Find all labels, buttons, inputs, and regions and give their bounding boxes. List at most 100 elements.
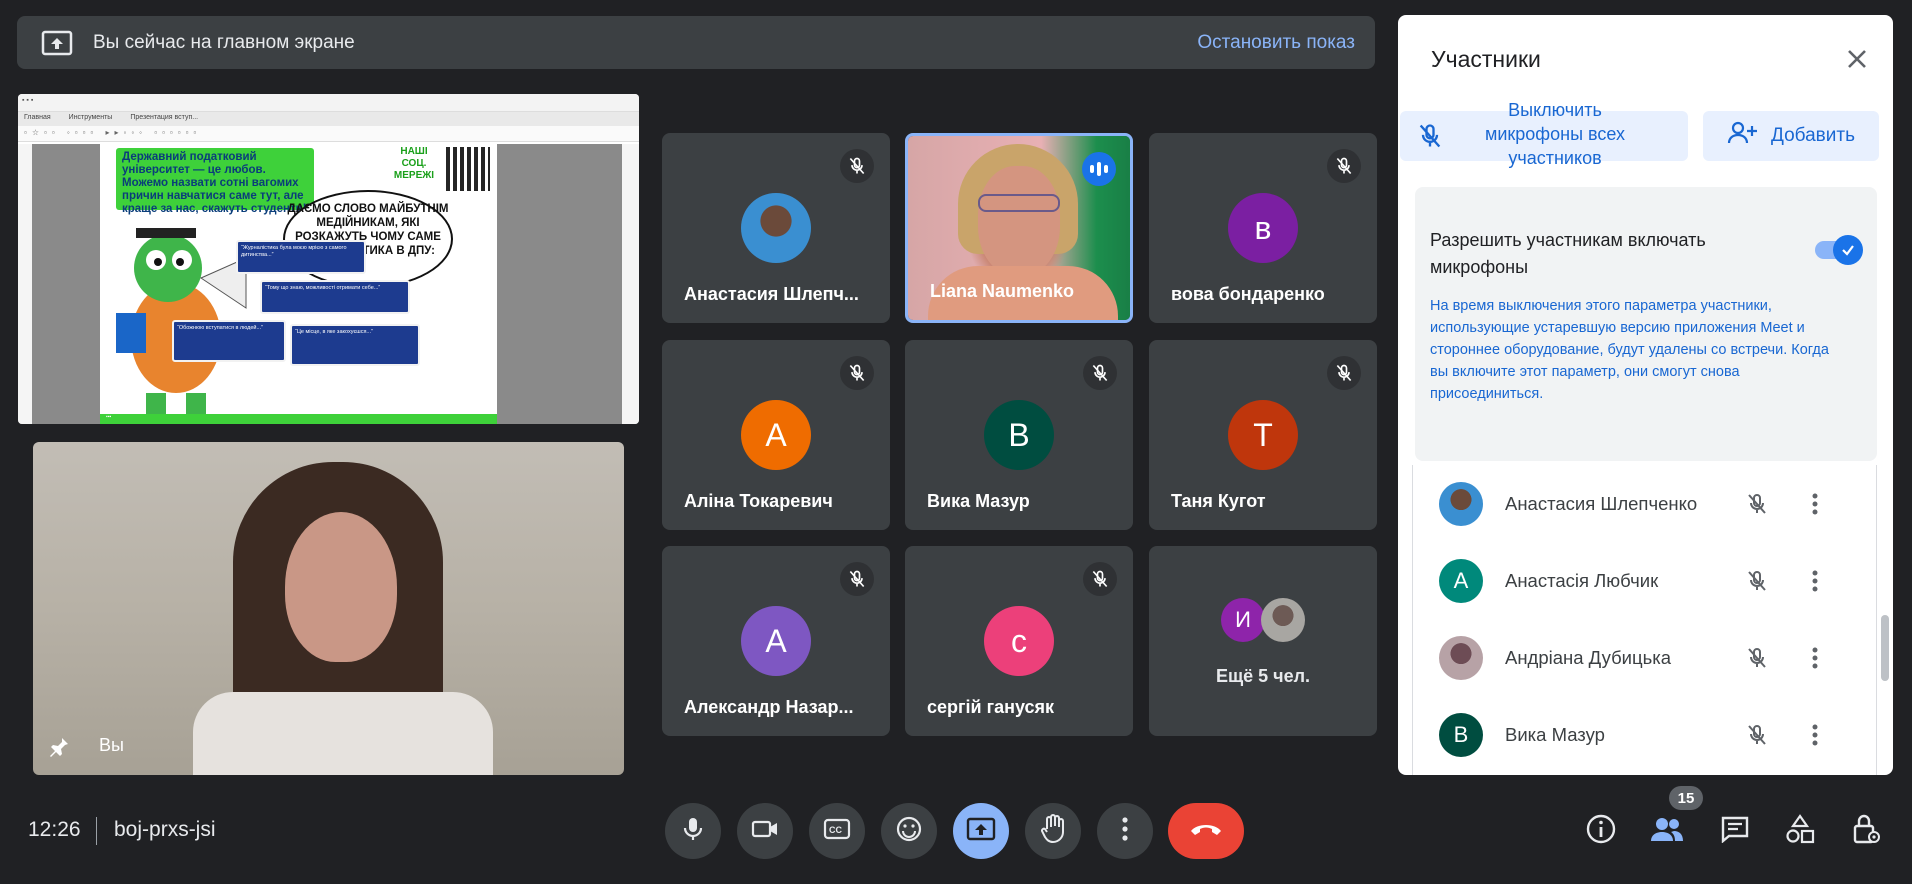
captions-icon: CC bbox=[823, 818, 851, 845]
participant-tile[interactable]: с сергій ганусяк bbox=[905, 546, 1133, 736]
shared-screen: ▪ ▪ ▪ Главная Инструменты Презентация вс… bbox=[18, 94, 639, 424]
poster-heading: Державний податковий університет — це лю… bbox=[116, 148, 314, 215]
list-item[interactable]: Андріана Дубицька bbox=[1413, 619, 1873, 696]
stop-presenting-button[interactable]: Остановить показ bbox=[1197, 32, 1355, 54]
chat-icon bbox=[1720, 815, 1750, 848]
end-call-button[interactable] bbox=[1168, 803, 1244, 859]
people-button[interactable] bbox=[1646, 810, 1688, 852]
avatar bbox=[1261, 598, 1305, 642]
present-to-all-icon bbox=[41, 30, 73, 56]
more-options-icon bbox=[1122, 816, 1128, 846]
clock: 12:26 bbox=[28, 818, 81, 841]
info-button[interactable] bbox=[1580, 810, 1622, 852]
participant-name: вова бондаренко bbox=[1171, 284, 1325, 304]
allow-mics-setting: Разрешить участникам включать микрофоны … bbox=[1415, 187, 1877, 461]
mic-off-icon[interactable] bbox=[1741, 719, 1773, 751]
participant-name: Таня Кугот bbox=[1171, 491, 1266, 511]
more-avatars: И bbox=[1221, 598, 1305, 642]
add-person-icon bbox=[1727, 120, 1759, 152]
more-options-button[interactable] bbox=[1097, 803, 1153, 859]
avatar: в bbox=[1228, 193, 1298, 263]
end-call-icon bbox=[1189, 821, 1223, 842]
present-button[interactable] bbox=[953, 803, 1009, 859]
captions-button[interactable]: CC bbox=[809, 803, 865, 859]
pdf-tabs: Главная Инструменты Презентация вступ... bbox=[18, 112, 639, 126]
emoji-icon bbox=[895, 815, 923, 848]
activities-button[interactable] bbox=[1779, 810, 1821, 852]
participant-tile[interactable]: В Вика Мазур bbox=[905, 340, 1133, 530]
emoji-button[interactable] bbox=[881, 803, 937, 859]
participant-tile[interactable]: Т Таня Кугот bbox=[1149, 340, 1377, 530]
mic-button[interactable] bbox=[665, 803, 721, 859]
check-icon bbox=[1833, 235, 1863, 265]
poster-social: НАШІ СОЦ. МЕРЕЖІ bbox=[393, 146, 435, 181]
pdf-toolbar: ▫☆▫▫ ◦▫▫▫ ▸▸◦◦◦ ▫▫▫▫▫▫ bbox=[18, 126, 639, 142]
self-video-shirt bbox=[193, 692, 493, 775]
participant-name: Анастасия Шлепч... bbox=[684, 284, 859, 304]
participant-tile[interactable]: Анастасия Шлепч... bbox=[662, 133, 890, 323]
avatar: В bbox=[1439, 712, 1483, 757]
mic-off-icon bbox=[840, 356, 874, 390]
participant-name: сергій ганусяк bbox=[927, 697, 1055, 717]
pin-icon[interactable] bbox=[47, 735, 71, 759]
presenting-banner: Вы сейчас на главном экране Остановить п… bbox=[17, 16, 1375, 69]
raise-hand-button[interactable] bbox=[1025, 803, 1081, 859]
mic-off-icon[interactable] bbox=[1741, 565, 1773, 597]
mic-off-icon[interactable] bbox=[1741, 488, 1773, 520]
participant-tile-active[interactable]: Liana Naumenko bbox=[905, 133, 1133, 323]
avatar bbox=[741, 193, 811, 263]
add-people-button[interactable]: Добавить bbox=[1703, 111, 1879, 161]
camera-button[interactable] bbox=[737, 803, 793, 859]
mute-all-button[interactable]: Выключить микрофоны всех участников bbox=[1400, 100, 1688, 168]
participant-tile[interactable]: А Аліна Токаревич bbox=[662, 340, 890, 530]
self-view-tile[interactable]: Вы bbox=[33, 442, 624, 775]
pdf-scrollbar[interactable] bbox=[622, 144, 639, 424]
chat-button[interactable] bbox=[1714, 810, 1756, 852]
mic-off-icon bbox=[1327, 149, 1361, 183]
mic-icon bbox=[681, 816, 705, 847]
info-icon bbox=[1585, 813, 1617, 850]
camera-icon bbox=[751, 819, 779, 844]
participant-name: Liana Naumenko bbox=[930, 281, 1075, 301]
pdf-page: Державний податковий університет — це лю… bbox=[100, 144, 497, 424]
list-item[interactable]: В Вика Мазур bbox=[1413, 696, 1873, 773]
avatar: Т bbox=[1228, 400, 1298, 470]
host-controls-button[interactable] bbox=[1845, 810, 1887, 852]
divider bbox=[96, 817, 97, 845]
avatar: И bbox=[1221, 598, 1265, 642]
avatar: А bbox=[1439, 558, 1483, 603]
mic-off-icon bbox=[840, 562, 874, 596]
people-icon bbox=[1650, 816, 1684, 847]
video-glasses bbox=[978, 194, 1060, 212]
svg-text:CC: CC bbox=[829, 825, 842, 835]
mic-off-icon bbox=[1083, 356, 1117, 390]
participant-tile[interactable]: А Александр Назар... bbox=[662, 546, 890, 736]
poster-quote-card: “Обожнюю вступатися в людей...” bbox=[172, 320, 286, 362]
participant-name: Анастасія Любчик bbox=[1505, 569, 1659, 591]
participant-name: Анастасия Шлепченко bbox=[1505, 492, 1698, 514]
more-vert-icon[interactable] bbox=[1803, 488, 1827, 520]
more-participants-tile[interactable]: И Ещё 5 чел. bbox=[1149, 546, 1377, 736]
more-vert-icon[interactable] bbox=[1803, 642, 1827, 674]
panel-scrollbar[interactable] bbox=[1881, 615, 1889, 681]
avatar bbox=[1439, 635, 1483, 680]
more-participants-label: Ещё 5 чел. bbox=[1215, 666, 1311, 686]
speaking-indicator-icon bbox=[1082, 152, 1116, 186]
list-item[interactable]: Анастасия Шлепченко bbox=[1413, 465, 1873, 542]
pdf-title-bar: ▪ ▪ ▪ bbox=[18, 94, 639, 112]
add-label: Добавить bbox=[1771, 125, 1855, 146]
close-icon[interactable] bbox=[1843, 45, 1871, 73]
mic-off-icon[interactable] bbox=[1741, 642, 1773, 674]
mic-off-icon bbox=[1083, 562, 1117, 596]
participant-tile[interactable]: в вова бондаренко bbox=[1149, 133, 1377, 323]
more-vert-icon[interactable] bbox=[1803, 565, 1827, 597]
poster-footer: ▪▪▪ bbox=[100, 414, 497, 424]
video-face bbox=[978, 166, 1060, 276]
self-name-label: Вы bbox=[99, 735, 124, 755]
people-count-badge: 15 bbox=[1669, 786, 1703, 810]
present-icon bbox=[966, 817, 996, 846]
list-item[interactable]: А Анастасія Любчик bbox=[1413, 542, 1873, 619]
more-vert-icon[interactable] bbox=[1803, 719, 1827, 751]
self-video-face bbox=[285, 512, 397, 662]
allow-mics-toggle[interactable] bbox=[1815, 235, 1863, 265]
